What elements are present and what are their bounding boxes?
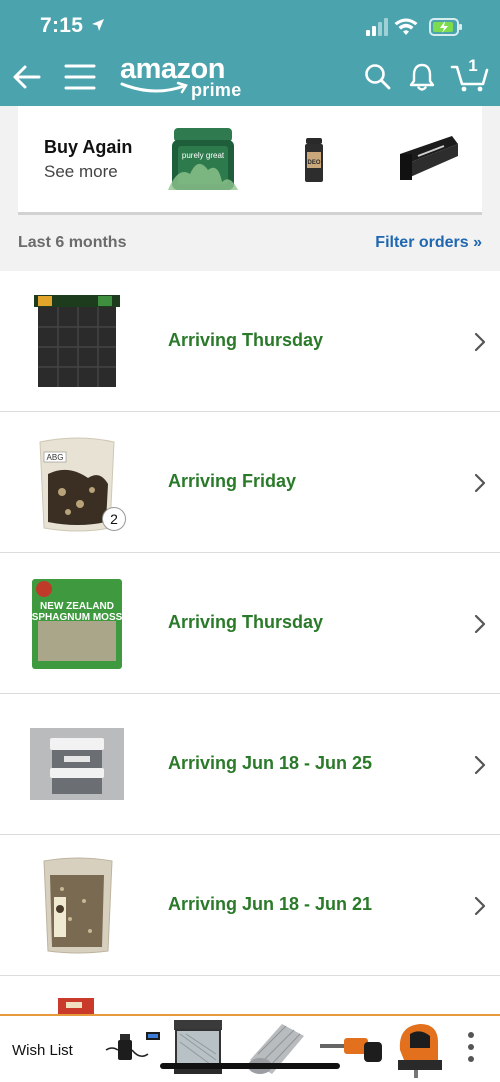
order-range-label: Last 6 months <box>18 234 127 251</box>
battery-icon <box>429 18 462 36</box>
wifi-icon <box>394 18 418 35</box>
wish-item-saw[interactable] <box>320 1032 384 1066</box>
cart-count: 1 <box>468 56 478 75</box>
order-row[interactable]: Arriving Jun 18 - Jun 25 <box>0 694 500 835</box>
moss-label-line2: SPHAGNUM MOSS <box>32 612 123 623</box>
buy-again-card[interactable]: Buy Again See more purely great DEO <box>18 106 482 215</box>
chevron-right-icon <box>474 332 486 352</box>
search-icon[interactable] <box>364 63 392 91</box>
order-status: Arriving Jun 18 - Jun 25 <box>168 753 373 773</box>
deo-label: DEO <box>307 160 320 166</box>
status-time: 7:15 <box>40 14 105 38</box>
signal-icon <box>366 18 388 36</box>
chevron-right-icon <box>474 473 486 493</box>
logo-smile-icon <box>120 81 188 94</box>
order-product-image-partial <box>58 998 94 1016</box>
order-status: Arriving Thursday <box>168 612 324 632</box>
chevron-right-icon <box>474 755 486 775</box>
app-header: 7:15 amazon prime 1 <box>0 0 500 106</box>
order-status: Arriving Jun 18 - Jun 21 <box>168 894 373 914</box>
order-row-partial[interactable] <box>0 976 500 1016</box>
see-more-link[interactable]: See more <box>44 162 118 182</box>
chevron-right-icon <box>474 896 486 916</box>
nav-row: amazon prime 1 <box>0 52 500 102</box>
quantity-badge-text: 2 <box>110 511 118 527</box>
order-product-image <box>34 295 120 387</box>
back-arrow-icon[interactable] <box>12 62 42 92</box>
more-options-icon[interactable] <box>466 1030 476 1064</box>
amazon-prime-logo[interactable]: amazon prime <box>120 54 241 100</box>
wish-list-label[interactable]: Wish List <box>12 1042 73 1059</box>
quantity-badge: 2 <box>102 507 126 531</box>
order-product-image <box>30 728 124 800</box>
home-indicator[interactable] <box>160 1063 340 1069</box>
order-list: Arriving Thursday ABG Arriving Friday 2 … <box>0 271 500 1016</box>
order-product-image: NEW ZEALAND SPHAGNUM MOSS <box>32 579 123 669</box>
buy-again-product-deodorant[interactable]: DEO <box>304 138 324 182</box>
order-status: Arriving Friday <box>168 471 297 491</box>
chevron-right-icon <box>474 614 486 634</box>
jar-label: purely great <box>182 151 225 160</box>
order-row[interactable]: Arriving Thursday <box>0 271 500 412</box>
buy-again-product-lamp[interactable] <box>398 134 460 184</box>
abg-label: ABG <box>47 453 64 462</box>
logo-prime: prime <box>191 80 242 100</box>
status-time-text: 7:15 <box>40 14 84 37</box>
order-row[interactable]: Arriving Jun 18 - Jun 21 <box>0 835 500 976</box>
cart-button[interactable]: 1 <box>450 56 490 94</box>
wish-item-pump[interactable] <box>104 1028 162 1068</box>
bell-icon[interactable] <box>408 62 436 92</box>
order-product-image <box>43 857 113 954</box>
buy-again-title: Buy Again <box>44 137 133 157</box>
order-row[interactable]: ABG Arriving Friday 2 <box>0 412 500 553</box>
order-row[interactable]: NEW ZEALAND SPHAGNUM MOSS Arriving Thurs… <box>0 553 500 694</box>
buy-again-product-jar[interactable]: purely great <box>168 126 238 192</box>
menu-icon[interactable] <box>64 62 96 92</box>
order-status: Arriving Thursday <box>168 330 324 350</box>
wish-list-bar: Wish List <box>0 1014 500 1082</box>
moss-label-line1: NEW ZEALAND <box>40 601 114 612</box>
location-arrow-icon <box>92 19 105 31</box>
wish-item-jigsaw[interactable] <box>394 1020 444 1078</box>
filter-orders-link[interactable]: Filter orders » <box>375 234 482 252</box>
